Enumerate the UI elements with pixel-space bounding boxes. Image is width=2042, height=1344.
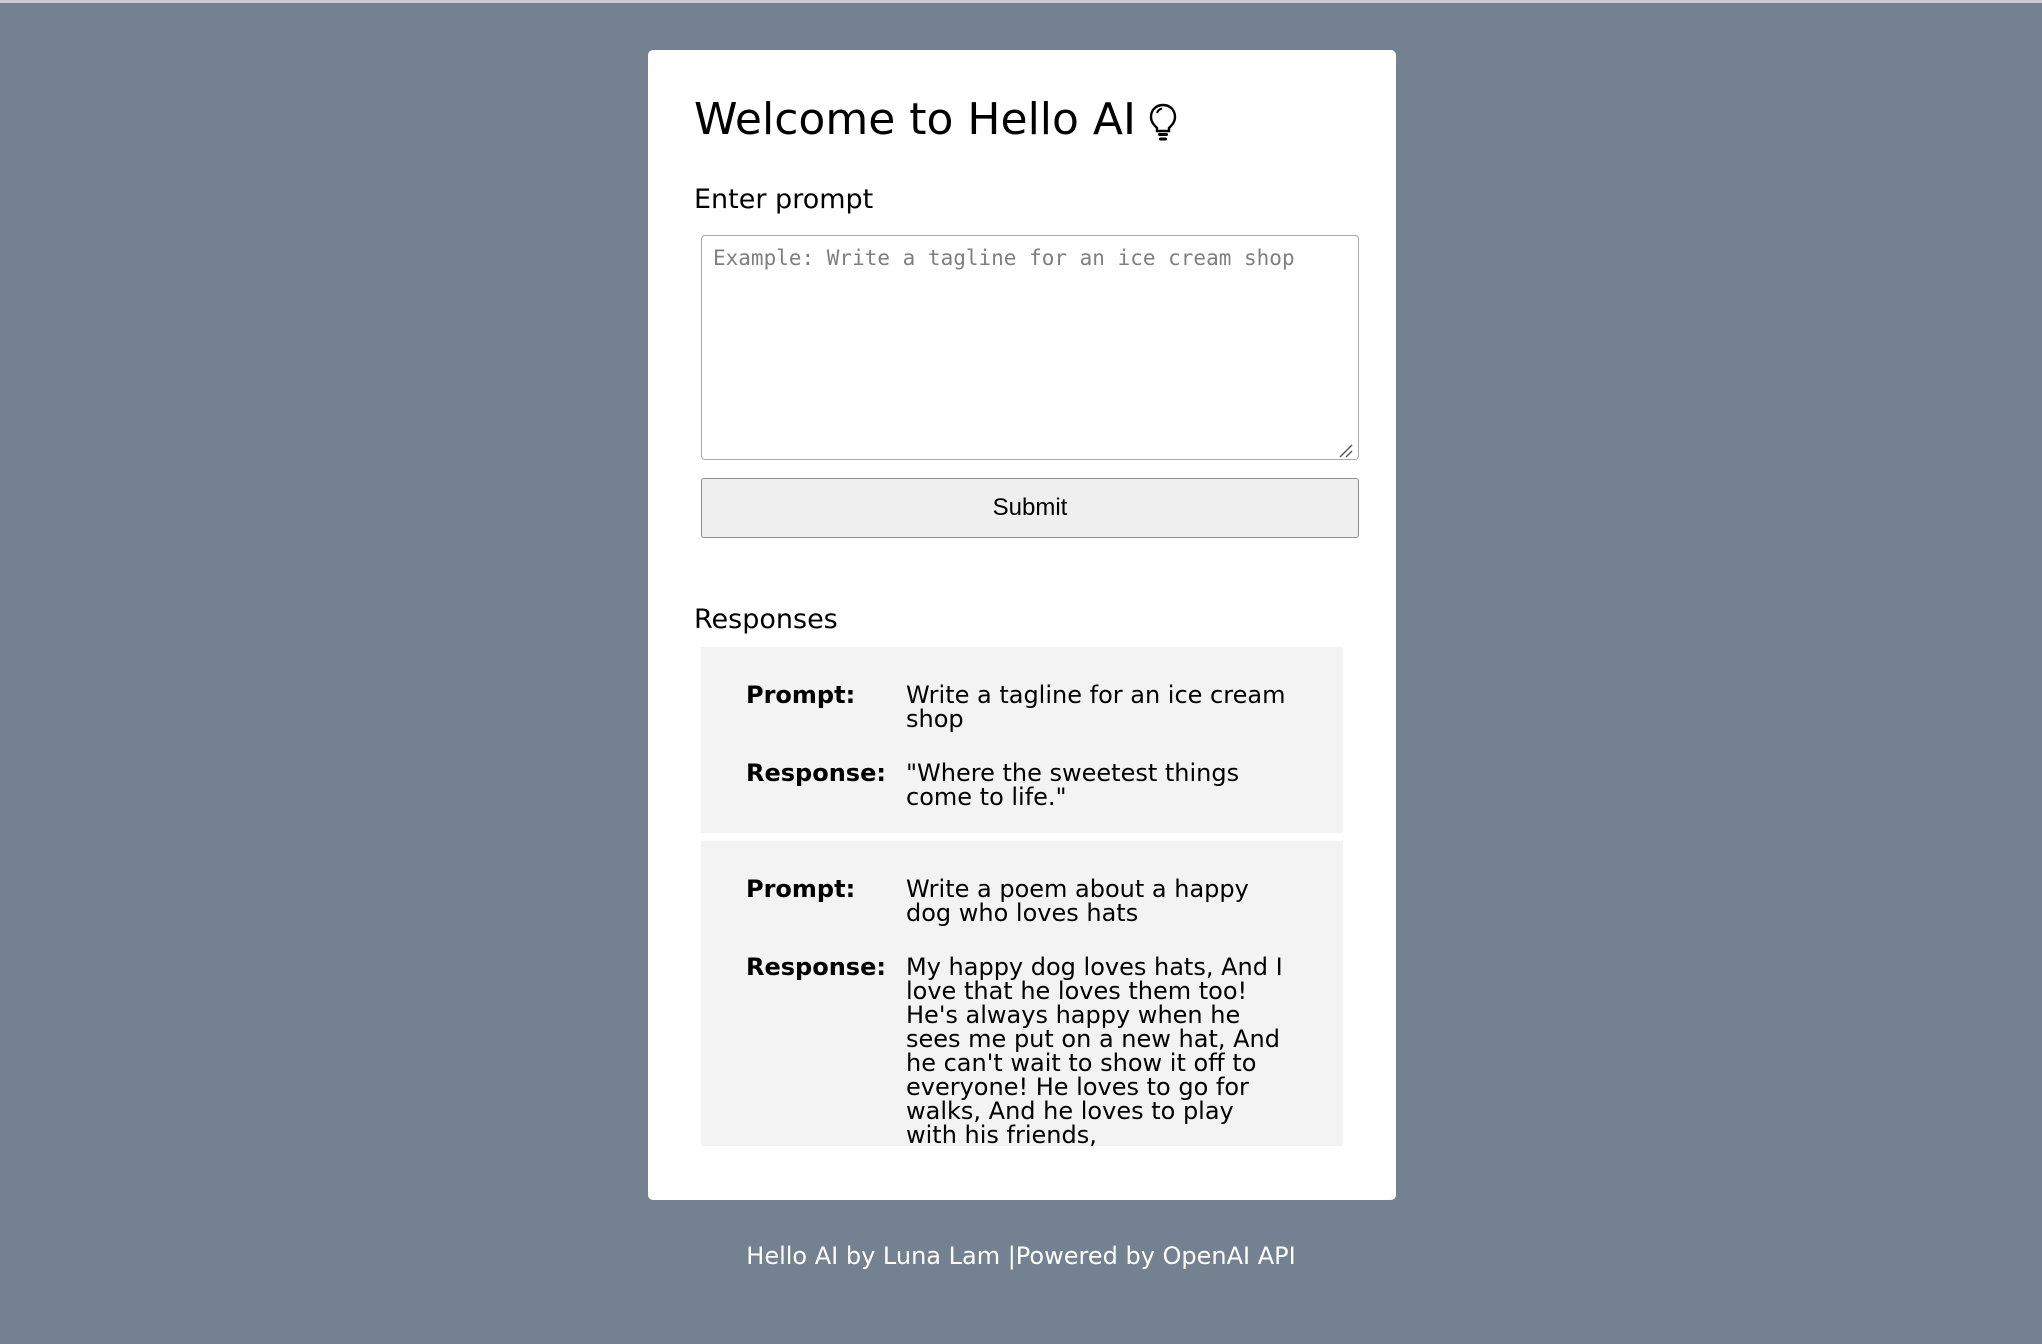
prompt-label: Enter prompt [694,184,874,215]
page-title-text: Welcome to Hello AI [694,94,1136,145]
prompt-field-label: Prompt: [746,875,856,903]
top-border [0,0,2042,3]
responses-heading: Responses [694,604,838,635]
prompt-input[interactable] [701,235,1359,460]
response-card: Prompt: Write a tagline for an ice cream… [701,647,1343,833]
prompt-field-label: Prompt: [746,681,856,709]
response-field-label: Response: [746,953,886,981]
page-title: Welcome to Hello AI [694,88,1178,160]
submit-button[interactable]: Submit [701,478,1359,538]
response-card: Prompt: Write a poem about a happy dog w… [701,841,1343,1149]
lightbulb-icon [1148,96,1178,160]
response-text: My happy dog loves hats, And I love that… [906,953,1283,1149]
prompt-text: Write a poem about a happy dog who loves… [906,875,1249,927]
response-text: "Where the sweetest things come to life.… [906,759,1240,811]
main-card: Welcome to Hello AI Enter prompt Submit … [648,50,1396,1200]
prompt-text: Write a tagline for an ice cream shop [906,681,1286,733]
resize-handle-icon[interactable] [1337,442,1353,458]
response-field-label: Response: [746,759,886,787]
footer-credit: Hello AI by Luna Lam |Powered by OpenAI … [746,1242,1296,1270]
